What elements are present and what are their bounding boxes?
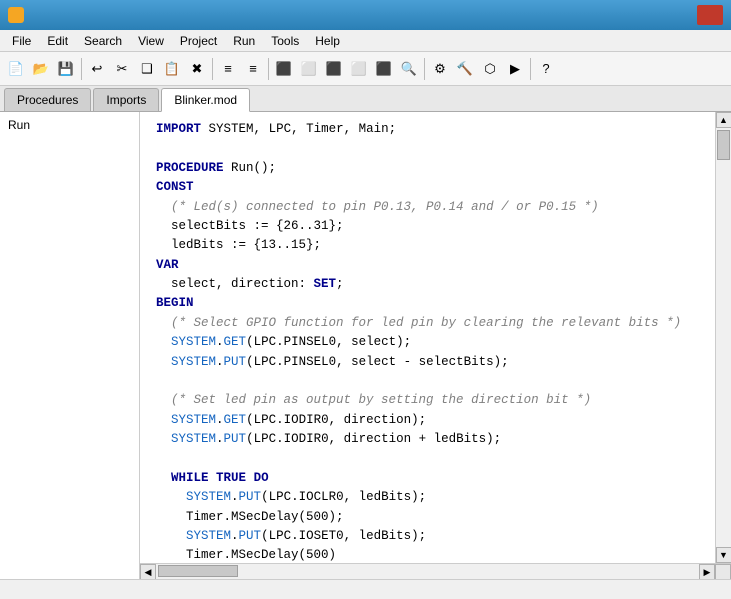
indent-btn[interactable]: ≡ bbox=[216, 57, 240, 81]
menu-item-help[interactable]: Help bbox=[307, 32, 348, 50]
sep2 bbox=[212, 58, 213, 80]
menu-item-file[interactable]: File bbox=[4, 32, 39, 50]
build-btn[interactable]: 🔨 bbox=[453, 57, 477, 81]
menu-item-project[interactable]: Project bbox=[172, 32, 225, 50]
help-btn[interactable]: ? bbox=[534, 57, 558, 81]
sep5 bbox=[530, 58, 531, 80]
scroll-right-button[interactable]: ▶ bbox=[699, 564, 715, 579]
scroll-down-button[interactable]: ▼ bbox=[716, 547, 731, 563]
search-btn[interactable]: 🔍 bbox=[397, 57, 421, 81]
scroll-corner bbox=[715, 564, 731, 579]
status-bar bbox=[0, 579, 731, 599]
sidebar-item-run[interactable]: Run bbox=[0, 116, 139, 134]
title-bar bbox=[0, 0, 731, 30]
box5-btn[interactable]: ⬛ bbox=[372, 57, 396, 81]
box3-btn[interactable]: ⬛ bbox=[322, 57, 346, 81]
sep1 bbox=[81, 58, 82, 80]
scroll-thumb[interactable] bbox=[717, 130, 730, 160]
paste-btn[interactable]: 📋 bbox=[160, 57, 184, 81]
main-area: Run IMPORT SYSTEM, LPC, Timer, Main; PRO… bbox=[0, 112, 731, 579]
run1-btn[interactable]: ⬡ bbox=[478, 57, 502, 81]
box-btn[interactable]: ⬛ bbox=[272, 57, 296, 81]
delete-btn[interactable]: ✖ bbox=[185, 57, 209, 81]
menu-item-view[interactable]: View bbox=[130, 32, 172, 50]
tab-blinker-mod[interactable]: Blinker.mod bbox=[161, 88, 250, 112]
scroll-up-button[interactable]: ▲ bbox=[716, 112, 731, 128]
menu-item-run[interactable]: Run bbox=[225, 32, 263, 50]
bottom-scroll-area: ◀ ▶ bbox=[140, 563, 731, 579]
unindent-btn[interactable]: ≡ bbox=[241, 57, 265, 81]
toolbar: 📄📂💾↩✂❑📋✖≡≡⬛⬜⬛⬜⬛🔍⚙🔨⬡▶? bbox=[0, 52, 731, 86]
vertical-scrollbar[interactable]: ▲ ▼ bbox=[715, 112, 731, 563]
minimize-button[interactable] bbox=[641, 5, 667, 25]
title-controls bbox=[641, 5, 723, 25]
close-button[interactable] bbox=[697, 5, 723, 25]
cut-btn[interactable]: ✂ bbox=[110, 57, 134, 81]
sidebar: Run bbox=[0, 112, 140, 579]
maximize-button[interactable] bbox=[669, 5, 695, 25]
title-bar-left bbox=[8, 7, 30, 23]
box2-btn[interactable]: ⬜ bbox=[297, 57, 321, 81]
hscroll-thumb[interactable] bbox=[158, 565, 238, 577]
copy-btn[interactable]: ❑ bbox=[135, 57, 159, 81]
tab-bar: ProceduresImportsBlinker.mod bbox=[0, 86, 731, 112]
code-area[interactable]: IMPORT SYSTEM, LPC, Timer, Main; PROCEDU… bbox=[140, 112, 715, 563]
scroll-left-button[interactable]: ◀ bbox=[140, 564, 156, 579]
open-btn[interactable]: 📂 bbox=[29, 57, 53, 81]
menu-item-edit[interactable]: Edit bbox=[39, 32, 76, 50]
tab-procedures[interactable]: Procedures bbox=[4, 88, 91, 111]
undo-btn[interactable]: ↩ bbox=[85, 57, 109, 81]
menu-bar: FileEditSearchViewProjectRunToolsHelp bbox=[0, 30, 731, 52]
hscroll-track bbox=[156, 564, 699, 579]
new-btn[interactable]: 📄 bbox=[4, 57, 28, 81]
sep3 bbox=[268, 58, 269, 80]
app-icon bbox=[8, 7, 24, 23]
gear-btn[interactable]: ⚙ bbox=[428, 57, 452, 81]
run-btn[interactable]: ▶ bbox=[503, 57, 527, 81]
scroll-track bbox=[716, 128, 731, 547]
save-btn[interactable]: 💾 bbox=[54, 57, 78, 81]
box4-btn[interactable]: ⬜ bbox=[347, 57, 371, 81]
tab-imports[interactable]: Imports bbox=[93, 88, 159, 111]
editor-container: IMPORT SYSTEM, LPC, Timer, Main; PROCEDU… bbox=[140, 112, 731, 579]
menu-item-search[interactable]: Search bbox=[76, 32, 130, 50]
editor-inner: IMPORT SYSTEM, LPC, Timer, Main; PROCEDU… bbox=[140, 112, 731, 563]
menu-item-tools[interactable]: Tools bbox=[263, 32, 307, 50]
sep4 bbox=[424, 58, 425, 80]
